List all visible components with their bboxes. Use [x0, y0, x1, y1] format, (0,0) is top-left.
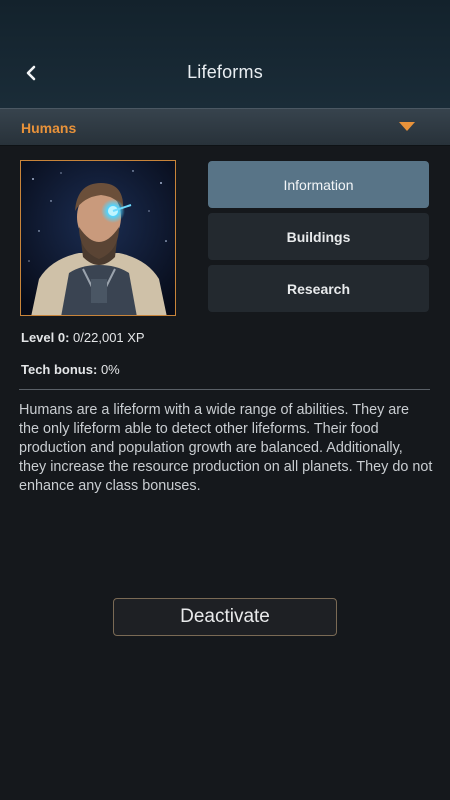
tab-buildings[interactable]: Buildings: [208, 213, 429, 260]
tech-bonus-value: 0%: [100, 362, 120, 377]
lifeform-description: Humans are a lifeform with a wide range …: [19, 402, 433, 494]
level-stat: Level 0: 0/22,001 XP: [21, 330, 145, 345]
tech-bonus-label: Tech bonus:: [21, 362, 98, 377]
tab-information[interactable]: Information: [208, 161, 429, 208]
divider: [19, 389, 430, 390]
caret-down-icon: [399, 122, 415, 131]
lifeform-selector[interactable]: Humans: [0, 108, 450, 146]
tech-bonus-stat: Tech bonus: 0%: [21, 362, 120, 377]
lifeform-selector-label: Humans: [21, 120, 77, 136]
page-title: Lifeforms: [187, 62, 263, 82]
level-value: 0/22,001 XP: [73, 330, 145, 345]
tab-research[interactable]: Research: [208, 265, 429, 312]
deactivate-button[interactable]: Deactivate: [113, 598, 337, 636]
level-label: Level 0:: [21, 330, 70, 345]
lifeform-portrait: [20, 160, 176, 316]
top-bar: Lifeforms: [0, 0, 450, 108]
